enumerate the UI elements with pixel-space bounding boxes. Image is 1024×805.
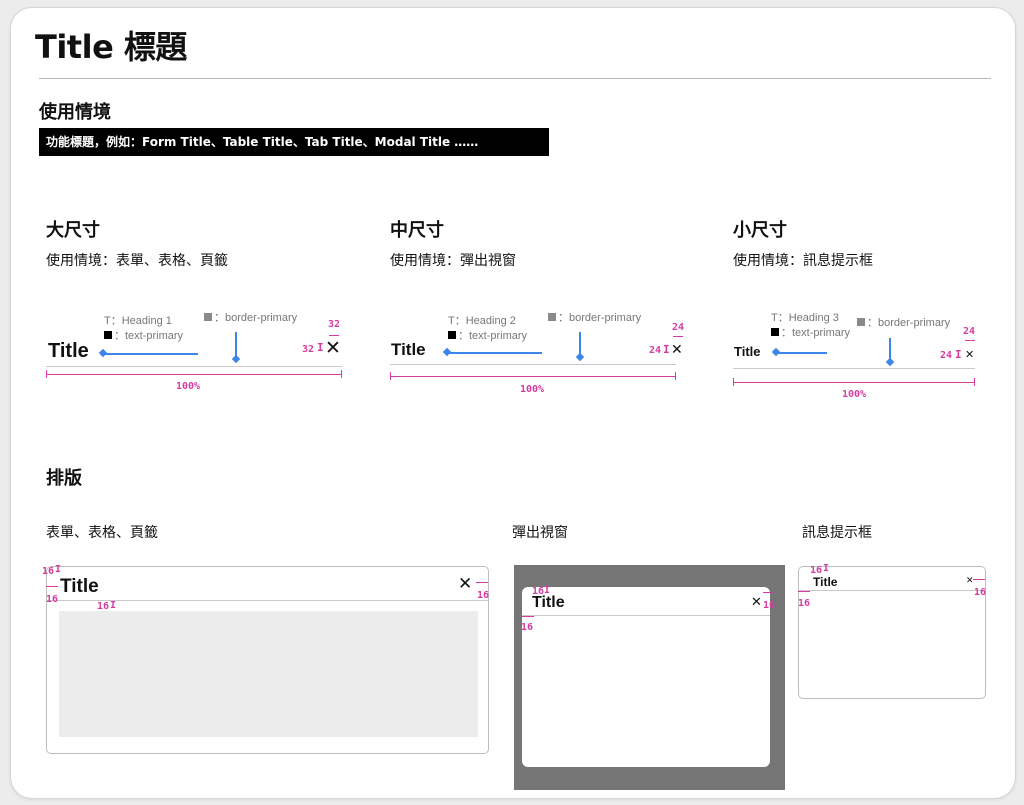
color-swatch (448, 331, 456, 339)
layout-example-modal: Title ✕ (522, 587, 770, 767)
size-heading: 大尺寸 (46, 220, 100, 241)
color-swatch (204, 313, 212, 321)
layout-label: 訊息提示框 (802, 525, 872, 541)
icon-size-label: 32 (328, 319, 341, 330)
text-color-annotation: ：text-primary (771, 324, 850, 340)
icon-size-label: 32 (302, 344, 315, 355)
measure-line (673, 336, 683, 337)
size-heading: 小尺寸 (733, 220, 787, 241)
text-style-annotation: T：Heading 2 (448, 315, 516, 327)
measure-line (798, 591, 810, 592)
layout-heading: 排版 (46, 468, 82, 489)
layout-example-form: Title ✕ (46, 566, 489, 754)
size-usage: 使用情境：訊息提示框 (733, 253, 873, 269)
sample-title: Title (813, 575, 838, 589)
usage-banner: 功能標題，例如：Form Title、Table Title、Tab Title… (39, 128, 549, 156)
pointer-diamond (575, 352, 585, 362)
measure-tick (974, 378, 975, 386)
spec-card: Title 標題 使用情境 功能標題，例如：Form Title、Table T… (10, 7, 1016, 799)
icon-size-label: 24 (649, 345, 662, 356)
size-heading: 中尺寸 (390, 220, 444, 241)
content-placeholder (59, 611, 478, 737)
size-usage: 使用情境：表單、表格、頁籤 (46, 253, 228, 269)
sample-title: Title (734, 344, 761, 359)
measure-bracket: I (663, 343, 670, 356)
sample-title: Title (391, 340, 426, 359)
usage-heading: 使用情境 (39, 102, 111, 123)
measure-line (46, 586, 58, 587)
spacing-label: 16 (532, 586, 545, 597)
close-icon: ✕ (458, 574, 473, 594)
title-border (799, 590, 985, 591)
border-color-annotation: ：border-primary (857, 314, 950, 330)
measure-line (763, 592, 773, 593)
pointer-diamond (231, 354, 241, 364)
spacing-label: 16 (521, 622, 534, 633)
title-divider (39, 78, 991, 79)
text-style-annotation: T：Heading 1 (104, 315, 172, 327)
measure-tick (675, 372, 676, 380)
color-swatch (548, 313, 556, 321)
measure-line (965, 340, 975, 341)
width-label: 100% (520, 384, 545, 395)
modal-overlay: Title ✕ (514, 565, 785, 790)
text-color-annotation: ：text-primary (104, 327, 183, 343)
pointer-line (448, 352, 542, 354)
close-icon: ✕ (671, 342, 683, 358)
measure-line (329, 335, 339, 336)
title-border (390, 364, 676, 365)
text-style-annotation: T：Heading 3 (771, 312, 839, 324)
measure-line (46, 374, 342, 375)
spacing-label: 16 (763, 600, 776, 611)
spacing-label: 16 (798, 598, 811, 609)
measure-line (973, 579, 985, 580)
measure-line (390, 376, 676, 377)
border-color-annotation: ：border-primary (548, 309, 641, 325)
border-color-annotation: ：border-primary (204, 309, 297, 325)
width-label: 100% (176, 381, 201, 392)
spacing-label: 16 (810, 565, 823, 576)
icon-size-label: 24 (672, 322, 685, 333)
measure-bracket: I (955, 348, 962, 361)
measure-line (733, 382, 975, 383)
measure-bracket: I (317, 341, 324, 354)
measure-line (522, 616, 534, 617)
text-color-annotation: ：text-primary (448, 327, 527, 343)
color-swatch (104, 331, 112, 339)
icon-size-label: 24 (963, 326, 976, 337)
close-icon: ✕ (751, 595, 762, 610)
color-swatch (857, 318, 865, 326)
measure-bracket: I (110, 600, 117, 611)
spacing-label: 16 (42, 566, 55, 577)
spacing-label: 16 (477, 590, 490, 601)
layout-label: 表單、表格、頁籤 (46, 525, 158, 541)
pointer-line (777, 352, 827, 354)
measure-bracket: I (823, 563, 830, 574)
title-border (733, 368, 975, 369)
spacing-label: 16 (97, 601, 110, 612)
layout-example-message: Title ✕ (798, 566, 986, 699)
size-usage: 使用情境：彈出視窗 (390, 253, 516, 269)
title-border (522, 615, 770, 616)
close-icon: ✕ (325, 337, 341, 359)
measure-bracket: I (544, 585, 551, 596)
layout-label: 彈出視窗 (512, 525, 568, 541)
spacing-label: 16 (46, 594, 59, 605)
width-label: 100% (842, 389, 867, 400)
color-swatch (771, 328, 779, 336)
page-title: Title 標題 (35, 28, 187, 66)
pointer-diamond (885, 357, 895, 367)
pointer-line (104, 353, 198, 355)
title-border (46, 366, 342, 367)
close-icon: ✕ (965, 348, 975, 361)
sample-title: Title (48, 340, 89, 362)
measure-bracket: I (55, 564, 62, 575)
icon-size-label: 24 (940, 350, 953, 361)
spacing-label: 16 (974, 587, 987, 598)
measure-line (476, 582, 488, 583)
sample-title: Title (60, 576, 99, 597)
measure-tick (341, 370, 342, 378)
